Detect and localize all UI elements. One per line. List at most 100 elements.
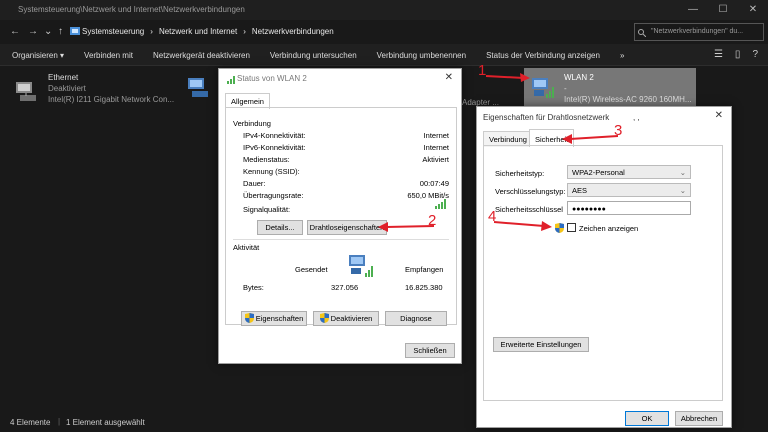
adapter-name: WLAN 2: [564, 73, 594, 82]
ethernet-adapter[interactable]: Ethernet Deaktiviert Intel(R) I211 Gigab…: [48, 72, 174, 105]
row-label: Medienstatus:: [243, 155, 290, 164]
address-bar: ← → ⌄ ↑ Systemsteuerung › Netzwerk und I…: [0, 20, 768, 44]
dialog-title: Status von WLAN 2: [237, 74, 307, 83]
show-characters-checkbox[interactable]: [567, 223, 576, 232]
breadcrumb-separator: ›: [243, 27, 246, 36]
connection-section-title: Verbindung: [233, 119, 271, 128]
selection-count: 1 Element ausgewählt: [66, 418, 145, 427]
close-icon[interactable]: ✕: [715, 110, 723, 121]
preview-pane-icon[interactable]: ▯: [735, 49, 741, 60]
up-arrow-icon[interactable]: ↑: [58, 26, 63, 37]
security-key-value: ●●●●●●●●: [572, 206, 606, 213]
adapter-status: Deaktiviert: [48, 84, 86, 93]
help-icon[interactable]: ?: [752, 49, 758, 60]
breadcrumb-item[interactable]: Netzwerk und Internet: [159, 27, 237, 36]
bytes-label: Bytes:: [243, 283, 264, 292]
cancel-button[interactable]: Abbrechen: [675, 411, 723, 426]
chevron-down-icon[interactable]: ⌄: [44, 26, 52, 37]
wireless-properties-dialog: Eigenschaften für Drahtlosnetzwerk , , ✕…: [476, 106, 732, 428]
adapter-device: Intel(R) I211 Gigabit Network Con...: [48, 95, 175, 104]
dialog-title-suffix: , ,: [633, 113, 640, 122]
connect-button[interactable]: Verbinden mit: [84, 51, 133, 60]
row-label: IPv4-Konnektivität:: [243, 131, 306, 140]
adapter-device: Intel(R) Wireless-AC 9260 160MH...: [564, 95, 692, 104]
view-options-icon[interactable]: ☰: [714, 49, 723, 60]
adapter-status: -: [564, 84, 567, 93]
network-adapter-icon[interactable]: [186, 74, 212, 100]
search-input[interactable]: "Netzwerkverbindungen" du...: [634, 23, 764, 41]
disable-device-button[interactable]: Netzwerkgerät deaktivieren: [153, 51, 250, 60]
show-status-button[interactable]: Status der Verbindung anzeigen: [486, 51, 600, 60]
chevron-down-icon: ⌄: [679, 168, 686, 177]
row-label: Dauer:: [243, 179, 266, 188]
security-type-select[interactable]: WPA2-Personal ⌄: [567, 165, 691, 179]
uac-shield-icon: [555, 223, 564, 233]
disable-button-label: Deaktivieren: [330, 314, 373, 323]
annotation-arrow: [494, 221, 552, 231]
chevron-down-icon: ⌄: [679, 186, 686, 195]
security-key-label: Sicherheitsschlüssel: [495, 205, 563, 214]
received-label: Empfangen: [405, 265, 444, 274]
encryption-type-select[interactable]: AES ⌄: [567, 183, 691, 197]
signal-icon: [227, 76, 235, 84]
adapter-name: Ethernet: [48, 73, 79, 82]
network-activity-icon: [349, 255, 373, 277]
bytes-sent-value: 327.056: [331, 283, 359, 292]
annotation-arrow: [562, 134, 618, 144]
wlan-status-dialog: Status von WLAN 2 ✕ Allgemein Verbindung…: [218, 68, 462, 364]
window-title: Systemsteuerung\Netzwerk und Internet\Ne…: [18, 5, 245, 14]
control-panel-icon: [70, 27, 80, 35]
breadcrumb-item[interactable]: Systemsteuerung: [82, 27, 144, 36]
signal-strength-icon: [435, 199, 446, 209]
minimize-button[interactable]: —: [678, 0, 708, 20]
properties-button[interactable]: Eigenschaften: [241, 311, 307, 326]
window-titlebar: Systemsteuerung\Netzwerk und Internet\Ne…: [0, 0, 768, 20]
show-characters-label: Zeichen anzeigen: [579, 224, 639, 233]
breadcrumb[interactable]: Systemsteuerung › Netzwerk und Internet …: [82, 27, 334, 36]
close-icon[interactable]: ✕: [445, 72, 453, 83]
diagnose-button[interactable]: Diagnose: [385, 311, 447, 326]
diagnose-connection-button[interactable]: Verbindung untersuchen: [270, 51, 357, 60]
forward-arrow-icon[interactable]: →: [28, 26, 38, 37]
search-placeholder: "Netzwerkverbindungen" du...: [651, 28, 744, 35]
bytes-received-value: 16.825.380: [405, 283, 443, 292]
close-dialog-button[interactable]: Schließen: [405, 343, 455, 358]
activity-section-title: Aktivität: [233, 243, 260, 252]
more-commands-button[interactable]: »: [620, 51, 624, 60]
dialog-title: Eigenschaften für Drahtlosnetzwerk: [483, 113, 610, 122]
organize-menu[interactable]: Organisieren ▾: [12, 51, 64, 60]
ok-button[interactable]: OK: [625, 411, 669, 426]
encryption-type-label: Verschlüsselungstyp:: [495, 187, 566, 196]
encryption-type-value: AES: [572, 186, 588, 195]
row-value: Internet: [423, 131, 449, 140]
back-arrow-icon[interactable]: ←: [10, 26, 20, 37]
maximize-button[interactable]: ☐: [708, 0, 738, 20]
rename-connection-button[interactable]: Verbindung umbenennen: [377, 51, 466, 60]
uac-shield-icon: [244, 313, 254, 323]
security-key-input[interactable]: ●●●●●●●●: [567, 201, 691, 215]
uac-shield-icon: [319, 313, 329, 323]
row-value: Aktiviert: [422, 155, 449, 164]
wlan-adapter[interactable]: WLAN 2 - Intel(R) Wireless-AC 9260 160MH…: [564, 72, 692, 105]
search-icon: [638, 29, 646, 37]
annotation-arrow: [486, 73, 530, 82]
row-value: Internet: [423, 143, 449, 152]
wireless-properties-button[interactable]: Drahtloseigenschaften: [307, 220, 387, 235]
ethernet-adapter-icon[interactable]: [14, 78, 40, 104]
advanced-settings-button[interactable]: Erweiterte Einstellungen: [493, 337, 589, 352]
sent-label: Gesendet: [295, 265, 328, 274]
details-button[interactable]: Details...: [257, 220, 303, 235]
row-label: Kennung (SSID):: [243, 167, 300, 176]
command-bar: Organisieren ▾ Verbinden mit Netzwerkger…: [0, 44, 768, 66]
item-count: 4 Elemente: [10, 418, 51, 427]
properties-button-label: Eigenschaften: [255, 314, 304, 323]
wlan-adapter-icon[interactable]: [530, 74, 556, 100]
row-label: IPv6-Konnektivität:: [243, 143, 306, 152]
disable-button[interactable]: Deaktivieren: [313, 311, 379, 326]
security-type-label: Sicherheitstyp:: [495, 169, 545, 178]
row-label: Übertragungsrate:: [243, 191, 304, 200]
close-button[interactable]: ✕: [738, 0, 768, 20]
breadcrumb-item[interactable]: Netzwerkverbindungen: [252, 27, 334, 36]
signal-quality-label: Signalqualität:: [243, 205, 291, 214]
annotation-arrow: [378, 222, 434, 232]
